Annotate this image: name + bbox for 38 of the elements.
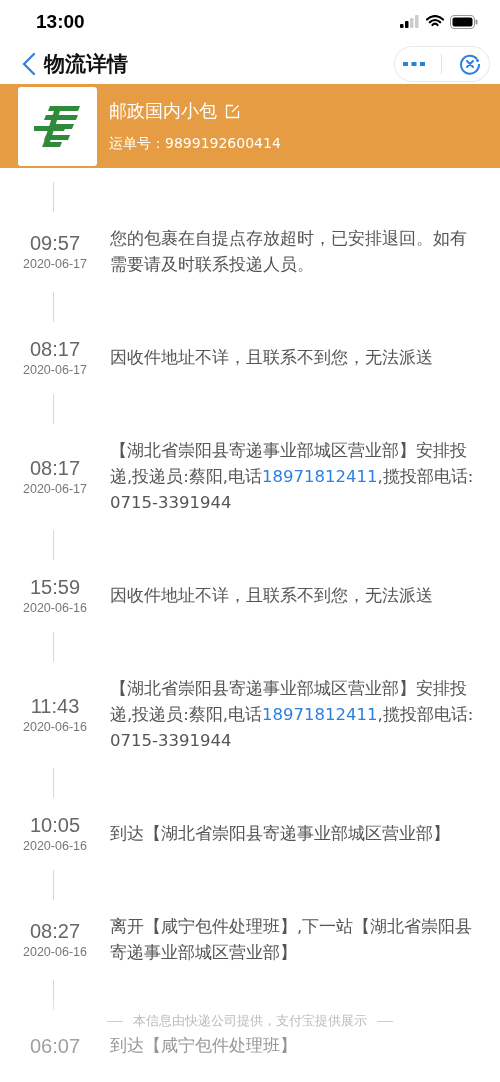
event-time: 08:27 (29, 919, 81, 943)
signal-icon (400, 15, 420, 29)
event-description: 到达【咸宁包件处理班】 (110, 1035, 298, 1057)
event-time: 08:17 (29, 456, 81, 480)
edit-icon[interactable] (225, 103, 240, 119)
event-description: 因收件地址不详，且联系不到您，无法派送 (110, 585, 434, 607)
back-icon[interactable] (22, 51, 36, 76)
event-description: 离开【咸宁包件处理班】,下一站【湖北省崇阳县寄递事业部城区营业部】 (110, 916, 474, 964)
event-time: 08:17 (29, 337, 81, 361)
close-icon[interactable] (458, 52, 481, 75)
event-description: 【湖北省崇阳县寄递事业部城区营业部】安排投递,投递员:蔡阳,电话18971812411,揽投部电话:0715-3391944 (110, 440, 475, 514)
event-date: 2020-06-16 (23, 600, 87, 617)
event-description: 因收件地址不详，且联系不到您，无法派送 (110, 347, 434, 369)
event-description: 【湖北省崇阳县寄递事业部城区营业部】安排投递,投递员:蔡阳,电话18971812411,揽投部电话:0715-3391944 (110, 678, 475, 752)
event-date: 2020-06-17 (23, 481, 87, 498)
event-time: 15:59 (29, 575, 81, 599)
event-description: 到达【湖北省崇阳县寄递事业部城区营业部】 (110, 823, 451, 845)
event-time: 09:57 (29, 231, 81, 255)
event-date: 2020-06-16 (23, 944, 87, 961)
postal-logo-icon (33, 104, 82, 149)
event-description: 您的包裹在自提点存放超时，已安排退回。如有需要请及时联系投递人员。 (110, 228, 468, 276)
source-note: 本信息由快递公司提供，支付宝提供展示 (133, 1012, 367, 1030)
status-time: 13:00 (36, 10, 85, 33)
more-icon[interactable] (403, 61, 426, 66)
package-name: 邮政国内小包 (109, 99, 217, 124)
phone-link[interactable]: 18971812411 (262, 705, 378, 724)
wifi-icon (426, 15, 444, 29)
tracking-number: 运单号：9899192600414 (109, 135, 281, 154)
event-date: 2020-06-17 (23, 256, 87, 273)
battery-icon (450, 14, 478, 29)
phone-link[interactable]: 18971812411 (262, 467, 378, 486)
event-date: 2020-06-16 (23, 719, 87, 736)
event-time: 11:43 (30, 694, 80, 718)
event-date: 2020-06-16 (23, 838, 87, 855)
event-time: 06:07 (29, 1034, 81, 1058)
event-date: 2020-06-17 (23, 362, 87, 379)
page-title: 物流详情 (44, 50, 129, 78)
event-time: 10:05 (29, 813, 81, 837)
